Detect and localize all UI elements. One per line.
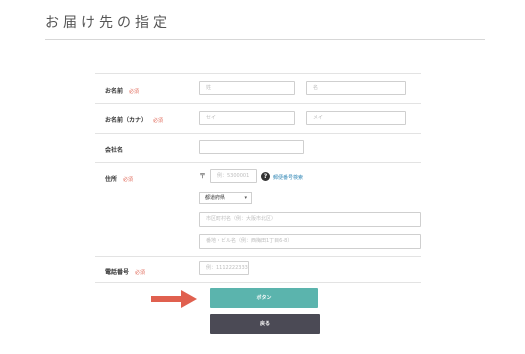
required-badge: 必須	[135, 270, 146, 276]
help-icon[interactable]: ?	[261, 172, 270, 181]
last-name-input[interactable]: 姓	[199, 81, 295, 95]
required-badge: 必須	[153, 118, 164, 124]
first-name-kana-input[interactable]: メイ	[306, 111, 406, 125]
company-label-text: 会社名	[105, 147, 124, 154]
name-kana-label: お名前（カナ） 必須	[105, 115, 163, 124]
prefecture-select[interactable]: 都道府県 ▾	[199, 192, 252, 204]
first-name-input[interactable]: 名	[306, 81, 406, 95]
last-name-kana-input[interactable]: セイ	[199, 111, 295, 125]
company-input[interactable]	[199, 140, 304, 154]
primary-button[interactable]: ボタン	[210, 288, 318, 308]
name-kana-label-text: お名前（カナ）	[105, 117, 148, 124]
phone-input[interactable]: 例：11122223333	[199, 261, 249, 275]
back-button[interactable]: 戻る	[210, 314, 320, 334]
address-label-text: 住所	[105, 176, 118, 183]
form-divider	[95, 282, 421, 283]
required-badge: 必須	[123, 177, 134, 183]
required-badge: 必須	[129, 89, 140, 95]
postal-search-link[interactable]: 郵便番号検索	[273, 174, 303, 181]
address-label: 住所 必須	[105, 174, 133, 183]
title-divider	[45, 39, 485, 40]
phone-label: 電話番号 必須	[105, 267, 145, 276]
postal-mark-icon: 〒	[199, 172, 206, 180]
name-label: お名前 必須	[105, 86, 139, 95]
form-divider	[95, 73, 421, 74]
prefecture-selected: 都道府県	[205, 195, 226, 201]
arrow-right-icon	[151, 290, 197, 308]
form-divider	[95, 162, 421, 163]
phone-label-text: 電話番号	[105, 269, 130, 276]
form-divider	[95, 133, 421, 134]
form-divider	[95, 256, 421, 257]
chevron-down-icon: ▾	[244, 195, 247, 201]
page-title: お届け先の指定	[45, 15, 171, 31]
city-input[interactable]: 市区町村名（例：大阪市北区）	[199, 212, 421, 227]
postal-code-input[interactable]: 例：5300001	[210, 169, 257, 183]
company-label: 会社名	[105, 145, 123, 154]
name-label-text: お名前	[105, 88, 124, 95]
form-divider	[95, 103, 421, 104]
street-input[interactable]: 番地・ビル名（例：西梅田1丁目6-8）	[199, 234, 421, 249]
